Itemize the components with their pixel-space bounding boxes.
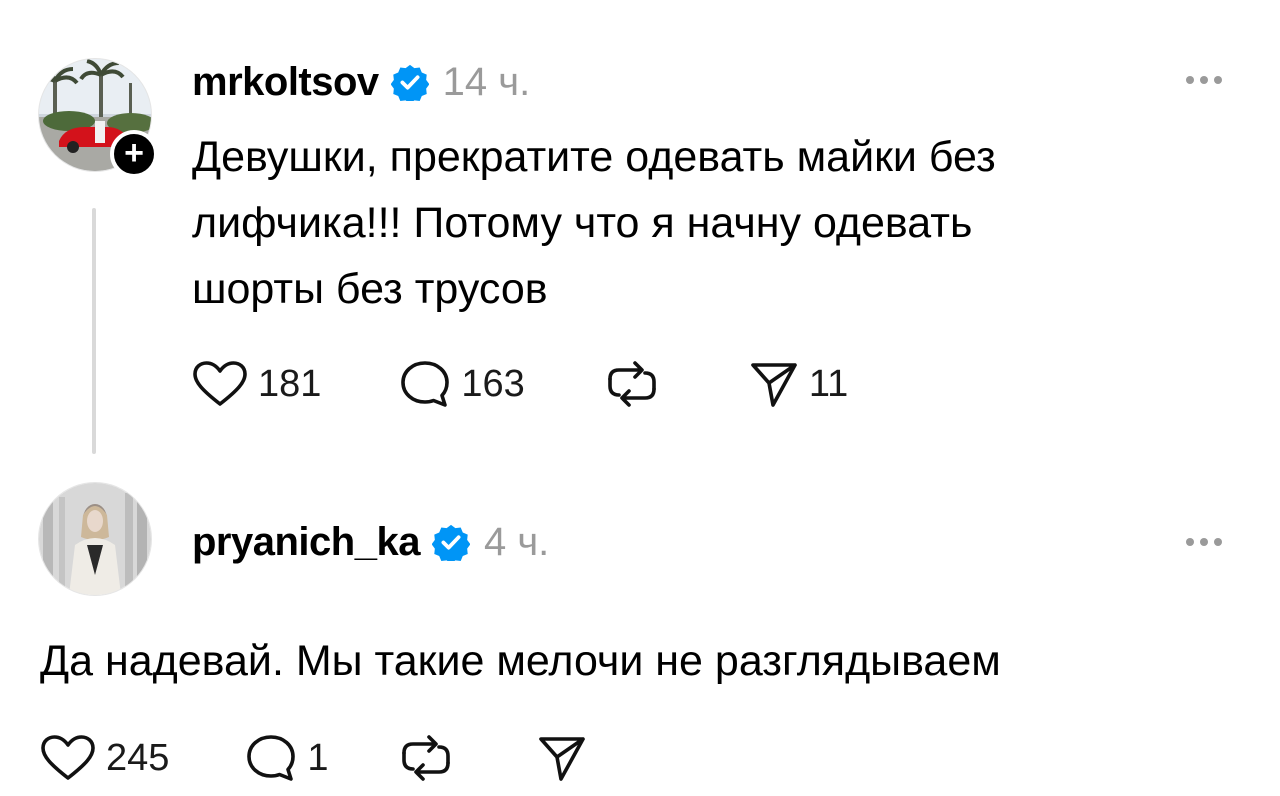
share-button[interactable]: 11 [749,359,848,409]
post-actions: 181 163 11 [192,360,848,408]
more-dots-icon [1186,76,1194,84]
comment-bubble-icon [247,735,296,781]
send-icon [538,737,585,781]
plus-icon: + [124,133,144,172]
post-text-line: шорты без трусов [192,265,548,313]
post-timestamp: 14 ч. [442,59,531,104]
reply-more-options-button[interactable] [1186,538,1222,546]
like-count: 181 [258,362,322,405]
post-text-line: лифчика!!! Потому что я начну одевать [192,199,973,247]
reply-comment-button[interactable]: 1 [245,733,329,783]
post-card: + mrkoltsov 14 ч. Девушки, прекратите од… [0,0,1280,460]
share-count: 11 [808,362,849,405]
follow-button[interactable]: + [110,130,158,178]
post-text-line: Девушки, прекратите одевать майки без [192,133,996,181]
heart-icon [193,361,247,406]
reply-author-username[interactable]: pryanich_ka [192,520,420,565]
comment-button[interactable]: 163 [399,359,525,409]
reply-header: pryanich_ka 4 ч. [192,516,549,568]
more-options-button[interactable] [1186,76,1222,84]
repost-icon [401,735,450,781]
reply-repost-button[interactable] [399,733,453,783]
more-dots-icon [1186,538,1194,546]
reply-actions: 245 1 [40,734,587,782]
author-username[interactable]: mrkoltsov [192,60,379,105]
repost-icon [608,361,656,407]
reply-like-count: 245 [106,736,170,779]
repost-button[interactable] [605,359,659,409]
reply-share-button[interactable] [537,733,587,783]
post-body: Девушки, прекратите одевать майки без ли… [192,124,1192,322]
comment-count: 163 [461,362,525,405]
heart-icon [41,735,95,780]
avatar-photo-icon [39,483,151,595]
comment-bubble-icon [401,361,450,407]
reply-card: pryanich_ka 4 ч. Да надевай. Мы такие ме… [0,470,1280,796]
reply-author-avatar[interactable] [38,482,152,596]
like-button[interactable]: 181 [192,360,321,408]
send-icon [751,363,797,407]
reply-body: Да надевай. Мы такие мелочи не разглядыв… [40,637,1001,685]
post-header: mrkoltsov 14 ч. [192,56,530,108]
verified-badge-icon [390,64,429,101]
thread-connector [92,208,96,454]
reply-comment-count: 1 [307,736,329,779]
reply-timestamp: 4 ч. [483,519,550,564]
reply-like-button[interactable]: 245 [40,734,169,782]
verified-badge-icon [431,524,470,561]
